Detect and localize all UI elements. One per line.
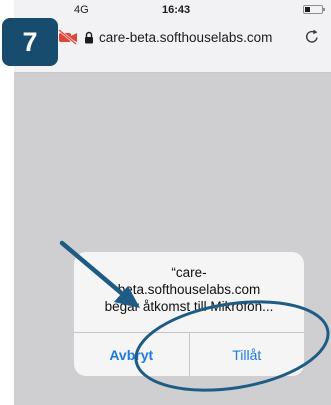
allow-button[interactable]: Tillåt — [190, 333, 305, 376]
lock-icon — [85, 31, 93, 43]
status-time: 16:43 — [162, 4, 191, 16]
camera-off-icon[interactable] — [58, 29, 78, 45]
dialog-message-line: beta.softhouselabs.com — [117, 282, 261, 297]
cancel-button[interactable]: Avbryt — [74, 333, 190, 376]
battery-icon — [303, 5, 325, 14]
address-bar[interactable]: care-beta.softhouselabs.com — [58, 22, 320, 52]
dialog-buttons: Avbryt Tillåt — [74, 332, 304, 376]
dialog-message: “care- beta.softhouselabs.com begär åtko… — [74, 264, 304, 315]
browser-top-bar: 4G 16:43 care-beta.softhouselabs.com — [14, 0, 331, 73]
network-indicator: 4G — [74, 4, 89, 16]
url-text[interactable]: care-beta.softhouselabs.com — [99, 30, 307, 45]
dialog-message-line: “care- — [171, 265, 207, 280]
step-number-badge: 7 — [2, 18, 58, 66]
dialog-message-line: begär åtkomst till Mikrofon... — [104, 299, 274, 314]
phone-screen: 4G 16:43 care-beta.softhouselabs.com “ca… — [14, 0, 331, 405]
microphone-permission-dialog: “care- beta.softhouselabs.com begär åtko… — [74, 252, 304, 376]
reload-icon[interactable] — [304, 28, 320, 45]
